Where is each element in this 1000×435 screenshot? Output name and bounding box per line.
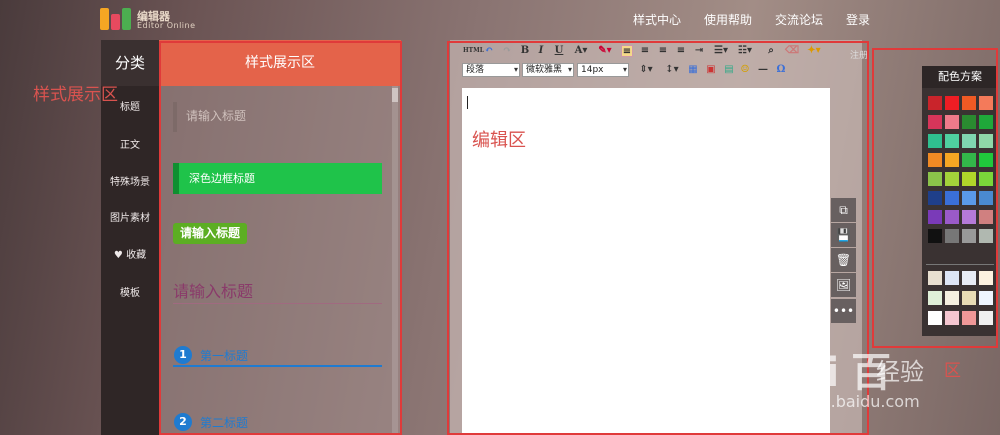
style-area-annotation-box bbox=[159, 41, 402, 435]
category-item-images[interactable]: 图片素材 bbox=[101, 209, 159, 224]
watermark-cn: 经验 bbox=[876, 358, 924, 386]
logo-mark-icon bbox=[100, 8, 132, 30]
nav-login[interactable]: 登录 bbox=[846, 11, 870, 28]
watermark-logo: Bai 百 bbox=[770, 350, 891, 396]
category-item-body[interactable]: 正文 bbox=[101, 136, 159, 151]
top-bar: 编辑器 Editor Online 样式中心 使用帮助 交流论坛 登录 bbox=[0, 0, 1000, 38]
watermark-url: jingyan.baidu.com bbox=[772, 392, 920, 411]
nav-forum[interactable]: 交流论坛 bbox=[775, 11, 823, 28]
nav-help[interactable]: 使用帮助 bbox=[704, 11, 752, 28]
nav-style-center[interactable]: 样式中心 bbox=[633, 11, 681, 28]
category-item-favorites[interactable]: ♥ 收藏 bbox=[101, 246, 159, 261]
style-area-overlay-label: 样式展示区 bbox=[33, 85, 118, 105]
palette-area-annotation-box bbox=[872, 48, 998, 348]
logo-en-text: Editor Online bbox=[137, 21, 196, 30]
category-item-special[interactable]: 特殊场景 bbox=[101, 173, 159, 188]
category-item-templates[interactable]: 模板 bbox=[101, 284, 159, 299]
site-logo[interactable]: 编辑器 Editor Online bbox=[100, 6, 210, 32]
baidu-watermark: Bai 百 经验 jingyan.baidu.com bbox=[770, 340, 990, 435]
